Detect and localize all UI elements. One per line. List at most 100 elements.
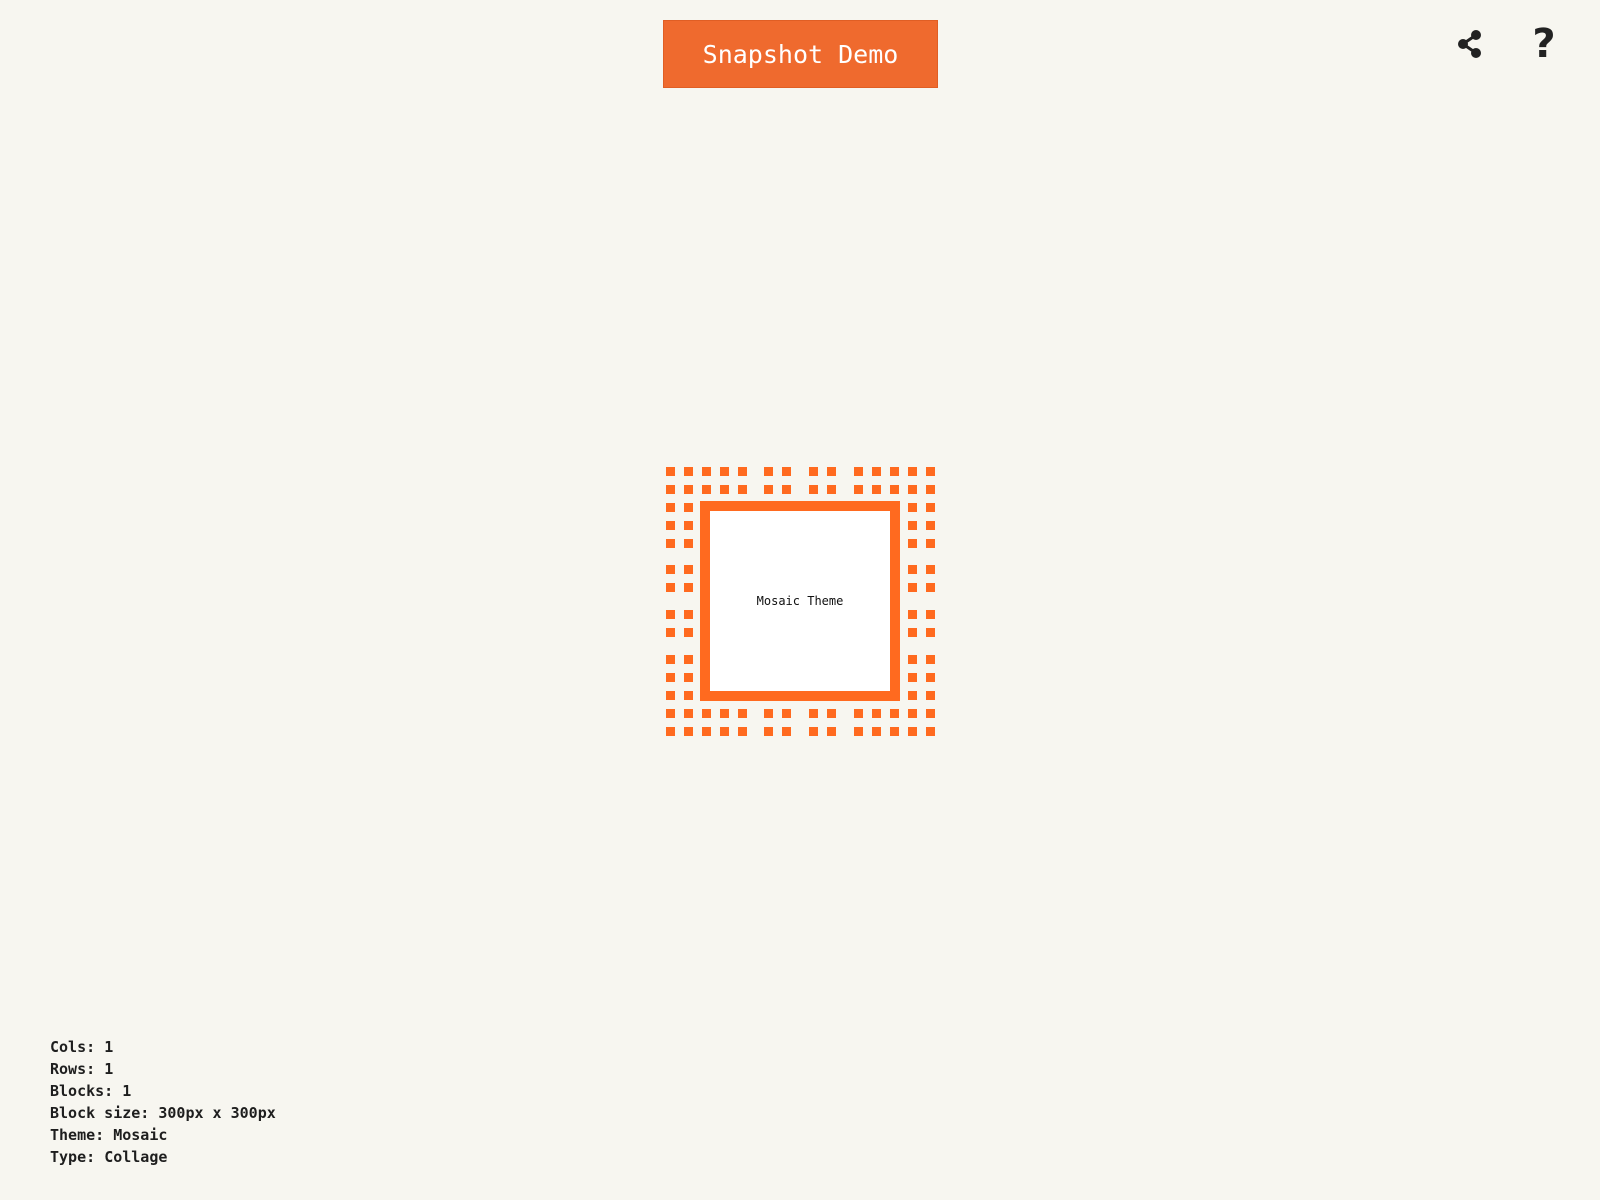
mosaic-tile (926, 565, 935, 574)
mosaic-tile (684, 485, 693, 494)
mosaic-tile (720, 709, 729, 718)
mosaic-tile (872, 727, 881, 736)
mosaic-tile (926, 709, 935, 718)
info-block-size: Block size: 300px x 300px (50, 1104, 276, 1122)
mosaic-tile (854, 485, 863, 494)
mosaic-tile (702, 709, 711, 718)
mosaic-tile (684, 691, 693, 700)
mosaic-tile (720, 727, 729, 736)
mosaic-tile (782, 727, 791, 736)
top-right-toolbar: ? (1450, 24, 1564, 64)
mosaic-tile (809, 727, 818, 736)
mosaic-tile (926, 583, 935, 592)
mosaic-tile (926, 673, 935, 682)
mosaic-tile (809, 709, 818, 718)
mosaic-tile (908, 583, 917, 592)
mosaic-tile (926, 467, 935, 476)
mosaic-tile (684, 655, 693, 664)
mosaic-tile (827, 709, 836, 718)
mosaic-tile (926, 610, 935, 619)
snapshot-demo-button[interactable]: Snapshot Demo (663, 20, 938, 88)
mosaic-tile (827, 485, 836, 494)
mosaic-tile (684, 521, 693, 530)
mosaic-tile (666, 610, 675, 619)
mosaic-tile (926, 691, 935, 700)
help-icon[interactable]: ? (1524, 24, 1564, 64)
mosaic-tile (809, 467, 818, 476)
mosaic-tile (738, 727, 747, 736)
mosaic-tile (926, 628, 935, 637)
mosaic-tile (684, 610, 693, 619)
mosaic-tile (890, 485, 899, 494)
mosaic-tile (890, 467, 899, 476)
mosaic-tile (666, 709, 675, 718)
mosaic-tile (908, 503, 917, 512)
mosaic-tile (872, 467, 881, 476)
mosaic-tile (908, 655, 917, 664)
mosaic-tile (666, 521, 675, 530)
info-panel: Cols: 1 Rows: 1 Blocks: 1 Block size: 30… (50, 1036, 276, 1168)
mosaic-tile (666, 673, 675, 682)
mosaic-tile (809, 485, 818, 494)
mosaic-tile (908, 485, 917, 494)
mosaic-tile (666, 583, 675, 592)
mosaic-tile (666, 485, 675, 494)
mosaic-tile (782, 467, 791, 476)
mosaic-tile (908, 521, 917, 530)
mosaic-tile (908, 673, 917, 682)
mosaic-tile (684, 628, 693, 637)
info-cols: Cols: 1 (50, 1038, 114, 1056)
mosaic-tile (684, 709, 693, 718)
mosaic-tile (666, 503, 675, 512)
mosaic-tile (666, 691, 675, 700)
mosaic-tile (738, 467, 747, 476)
mosaic-tile (908, 628, 917, 637)
mosaic-tile (908, 727, 917, 736)
mosaic-tile (764, 727, 773, 736)
mosaic-tile (720, 467, 729, 476)
mosaic-tile (890, 727, 899, 736)
mosaic-tile (908, 467, 917, 476)
share-icon[interactable] (1450, 24, 1490, 64)
mosaic-tile (926, 539, 935, 548)
info-type: Type: Collage (50, 1148, 168, 1166)
mosaic-tile (702, 727, 711, 736)
help-glyph: ? (1532, 21, 1556, 67)
mosaic-tile (782, 485, 791, 494)
mosaic-tile (764, 709, 773, 718)
mosaic-tile (908, 565, 917, 574)
mosaic-tile (666, 539, 675, 548)
mosaic-tile (827, 467, 836, 476)
mosaic-tile (926, 655, 935, 664)
mosaic-tile (854, 709, 863, 718)
info-theme: Theme: Mosaic (50, 1126, 168, 1144)
mosaic-tile (702, 485, 711, 494)
mosaic-tile (684, 539, 693, 548)
mosaic-tile (908, 539, 917, 548)
mosaic-tile (764, 467, 773, 476)
mosaic-tile (782, 709, 791, 718)
mosaic-tile (872, 485, 881, 494)
collage-block[interactable]: Mosaic Theme (700, 501, 900, 701)
mosaic-tile (684, 727, 693, 736)
mosaic-tile (890, 709, 899, 718)
mosaic-tile (738, 485, 747, 494)
mosaic-tile (684, 673, 693, 682)
block-label: Mosaic Theme (756, 594, 844, 608)
mosaic-tile (666, 655, 675, 664)
info-rows: Rows: 1 (50, 1060, 114, 1078)
mosaic-tile (738, 709, 747, 718)
mosaic-tile (666, 467, 675, 476)
mosaic-tile (926, 485, 935, 494)
mosaic-tile (926, 503, 935, 512)
info-blocks: Blocks: 1 (50, 1082, 132, 1100)
mosaic-tile (908, 709, 917, 718)
mosaic-tile (764, 485, 773, 494)
mosaic-tile (854, 727, 863, 736)
mosaic-tile (854, 467, 863, 476)
mosaic-tile (827, 727, 836, 736)
mosaic-tile (720, 485, 729, 494)
mosaic-tile (908, 691, 917, 700)
mosaic-tile (872, 709, 881, 718)
mosaic-tile (666, 628, 675, 637)
